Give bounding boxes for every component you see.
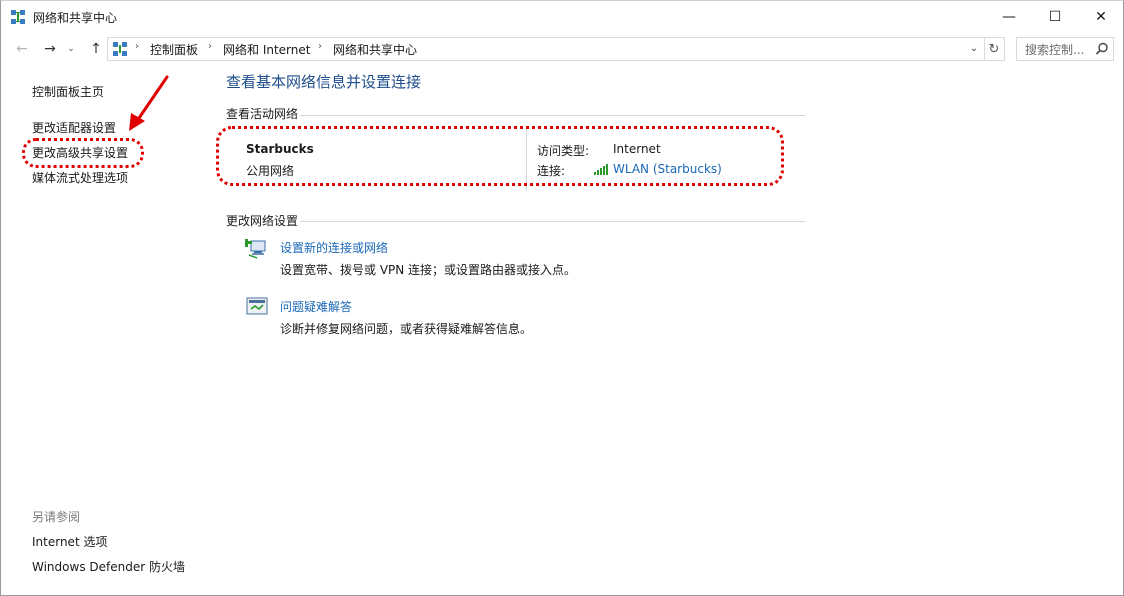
forward-button[interactable]: → [39, 38, 61, 60]
search-icon [1095, 42, 1108, 55]
search-input[interactable]: 搜索控制... [1016, 37, 1114, 61]
section-divider [300, 221, 805, 222]
annotation-highlight [22, 138, 144, 168]
breadcrumb-network-internet[interactable]: 网络和 Internet [223, 41, 310, 58]
change-adapter-settings-link[interactable]: 更改适配器设置 [32, 119, 116, 136]
network-icon [11, 10, 25, 24]
minimize-button[interactable]: — [986, 1, 1032, 33]
title-bar: 网络和共享中心 — ☐ ✕ [1, 1, 1123, 33]
windows-defender-firewall-link[interactable]: Windows Defender 防火墙 [32, 558, 185, 575]
window-title: 网络和共享中心 [33, 11, 118, 25]
troubleshoot-icon [246, 297, 268, 315]
chevron-right-icon: › [135, 41, 139, 52]
breadcrumb-control-panel[interactable]: 控制面板 [150, 41, 198, 58]
address-bar[interactable]: › 控制面板 › 网络和 Internet › 网络和共享中心 ⌄ [107, 37, 985, 61]
chevron-right-icon[interactable]: › [318, 41, 322, 52]
close-button[interactable]: ✕ [1078, 1, 1124, 33]
troubleshoot-link[interactable]: 问题疑难解答 [280, 298, 352, 315]
chevron-right-icon[interactable]: › [208, 41, 212, 52]
up-button[interactable]: ↑ [85, 38, 107, 60]
see-also-header: 另请参阅 [32, 510, 81, 524]
maximize-button[interactable]: ☐ [1032, 1, 1078, 33]
search-placeholder: 搜索控制... [1025, 43, 1085, 57]
troubleshoot-desc: 诊断并修复网络问题，或者获得疑难解答信息。 [280, 322, 533, 336]
chevron-down-icon[interactable]: ⌄ [967, 40, 981, 56]
control-panel-home-link[interactable]: 控制面板主页 [32, 83, 104, 100]
back-button[interactable]: ← [11, 38, 33, 60]
setup-new-connection-link[interactable]: 设置新的连接或网络 [280, 239, 388, 256]
page-title: 查看基本网络信息并设置连接 [226, 73, 422, 91]
new-connection-icon [245, 239, 266, 259]
section-divider [300, 115, 805, 116]
active-networks-header: 查看活动网络 [226, 107, 299, 121]
setup-new-connection-desc: 设置宽带、拨号或 VPN 连接；或设置路由器或接入点。 [280, 263, 577, 277]
navigation-bar: ← → ⌄ ↑ › 控制面板 › 网络和 Internet › 网络和共享中心 … [1, 35, 1123, 63]
recent-locations-button[interactable]: ⌄ [64, 38, 78, 60]
change-network-settings-header: 更改网络设置 [226, 214, 299, 228]
breadcrumb-network-sharing-center[interactable]: 网络和共享中心 [333, 41, 417, 58]
refresh-button[interactable]: ↻ [984, 37, 1005, 61]
internet-options-link[interactable]: Internet 选项 [32, 533, 107, 550]
annotation-highlight [216, 126, 784, 186]
window: 网络和共享中心 — ☐ ✕ ← → ⌄ ↑ › 控制面板 › 网络和 Inter… [0, 0, 1124, 596]
network-icon [113, 42, 127, 56]
annotation-arrow-icon [129, 75, 169, 131]
media-streaming-options-link[interactable]: 媒体流式处理选项 [32, 169, 128, 186]
